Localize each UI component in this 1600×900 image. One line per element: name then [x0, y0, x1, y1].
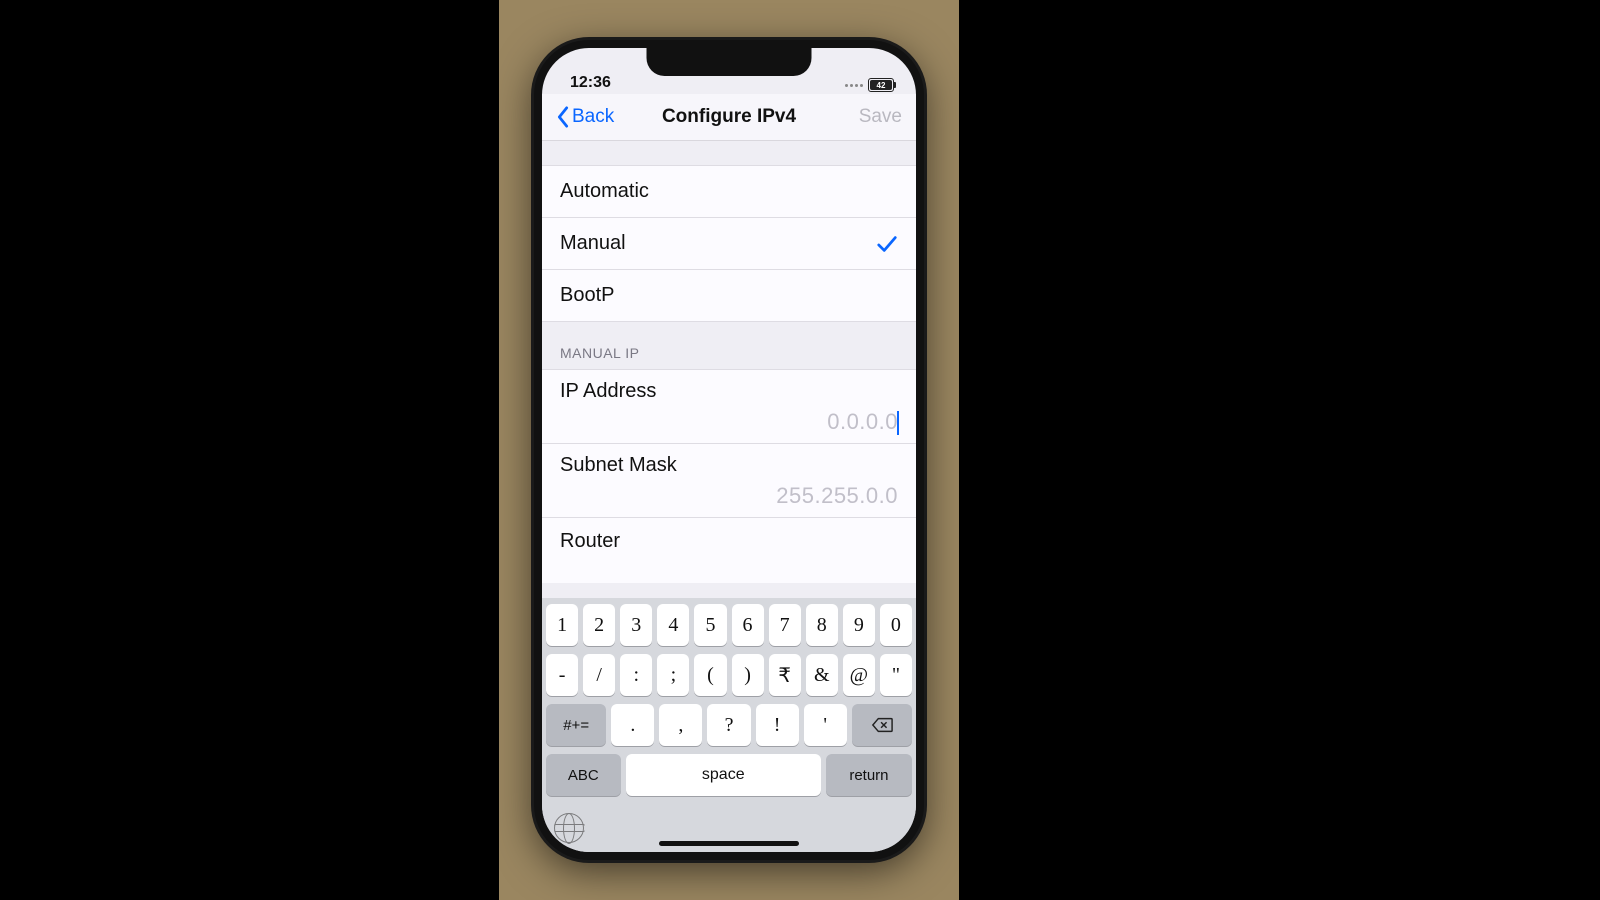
- mode-group: Automatic Manual BootP: [542, 165, 916, 322]
- key-space[interactable]: space: [626, 754, 821, 796]
- key-3[interactable]: 3: [620, 604, 652, 646]
- signal-icon: [845, 84, 863, 87]
- key-colon[interactable]: :: [620, 654, 652, 696]
- key-backspace[interactable]: [852, 704, 912, 746]
- key-5[interactable]: 5: [694, 604, 726, 646]
- home-indicator[interactable]: [659, 841, 799, 846]
- ip-address-field[interactable]: IP Address 0.0.0.0: [542, 369, 916, 444]
- mode-manual[interactable]: Manual: [542, 217, 916, 270]
- keyboard-row-1: 1 2 3 4 5 6 7 8 9 0: [546, 604, 912, 646]
- key-2[interactable]: 2: [583, 604, 615, 646]
- subnet-mask-placeholder: 255.255.0.0: [776, 483, 898, 508]
- back-label: Back: [572, 106, 614, 128]
- key-period[interactable]: .: [611, 704, 654, 746]
- keyboard: 1 2 3 4 5 6 7 8 9 0 - / : ; ( ): [542, 598, 916, 852]
- keyboard-row-3: #+= . , ? ! ': [546, 704, 912, 746]
- chevron-left-icon: [556, 106, 570, 128]
- checkmark-icon: [876, 233, 898, 255]
- key-abc[interactable]: ABC: [546, 754, 621, 796]
- router-label: Router: [560, 530, 620, 552]
- key-rparen[interactable]: ): [732, 654, 764, 696]
- subnet-mask-field[interactable]: Subnet Mask 255.255.0.0: [542, 443, 916, 518]
- ip-address-placeholder: 0.0.0.0: [827, 409, 898, 434]
- nav-bar: Back Configure IPv4 Save: [542, 94, 916, 141]
- key-6[interactable]: 6: [732, 604, 764, 646]
- key-slash[interactable]: /: [583, 654, 615, 696]
- status-time: 12:36: [570, 74, 611, 92]
- mode-manual-label: Manual: [560, 232, 626, 255]
- ip-address-value[interactable]: 0.0.0.0: [560, 409, 898, 435]
- backspace-icon: [871, 714, 893, 736]
- key-exclaim[interactable]: !: [756, 704, 799, 746]
- key-dash[interactable]: -: [546, 654, 578, 696]
- battery-icon: 42: [868, 78, 894, 92]
- save-button[interactable]: Save: [859, 106, 902, 128]
- status-right: 42: [845, 78, 894, 92]
- router-field[interactable]: Router: [542, 517, 916, 583]
- key-0[interactable]: 0: [880, 604, 912, 646]
- mode-automatic[interactable]: Automatic: [542, 165, 916, 218]
- key-7[interactable]: 7: [769, 604, 801, 646]
- globe-icon[interactable]: [554, 813, 584, 843]
- key-apostrophe[interactable]: ': [804, 704, 847, 746]
- manual-ip-header: MANUAL IP: [542, 321, 916, 369]
- key-comma[interactable]: ,: [659, 704, 702, 746]
- key-at[interactable]: @: [843, 654, 875, 696]
- phone-frame: 12:36 42 Back: [534, 40, 924, 860]
- key-rupee[interactable]: ₹: [769, 654, 801, 696]
- mode-bootp[interactable]: BootP: [542, 269, 916, 322]
- notch: [647, 48, 812, 76]
- key-return[interactable]: return: [826, 754, 912, 796]
- mode-bootp-label: BootP: [560, 284, 614, 307]
- key-amp[interactable]: &: [806, 654, 838, 696]
- key-symbols[interactable]: #+=: [546, 704, 606, 746]
- keyboard-row-2: - / : ; ( ) ₹ & @ ": [546, 654, 912, 696]
- photo-backdrop: 12:36 42 Back: [499, 0, 959, 900]
- key-4[interactable]: 4: [657, 604, 689, 646]
- back-button[interactable]: Back: [556, 106, 614, 128]
- text-caret: [897, 411, 899, 435]
- key-1[interactable]: 1: [546, 604, 578, 646]
- ip-address-label: IP Address: [560, 380, 898, 403]
- key-semi[interactable]: ;: [657, 654, 689, 696]
- subnet-mask-label: Subnet Mask: [560, 454, 898, 477]
- subnet-mask-value[interactable]: 255.255.0.0: [560, 483, 898, 509]
- key-8[interactable]: 8: [806, 604, 838, 646]
- phone-screen: 12:36 42 Back: [542, 48, 916, 852]
- mode-automatic-label: Automatic: [560, 180, 649, 203]
- key-9[interactable]: 9: [843, 604, 875, 646]
- key-question[interactable]: ?: [707, 704, 750, 746]
- keyboard-row-4: ABC space return: [546, 754, 912, 796]
- key-lparen[interactable]: (: [694, 654, 726, 696]
- key-quote[interactable]: ": [880, 654, 912, 696]
